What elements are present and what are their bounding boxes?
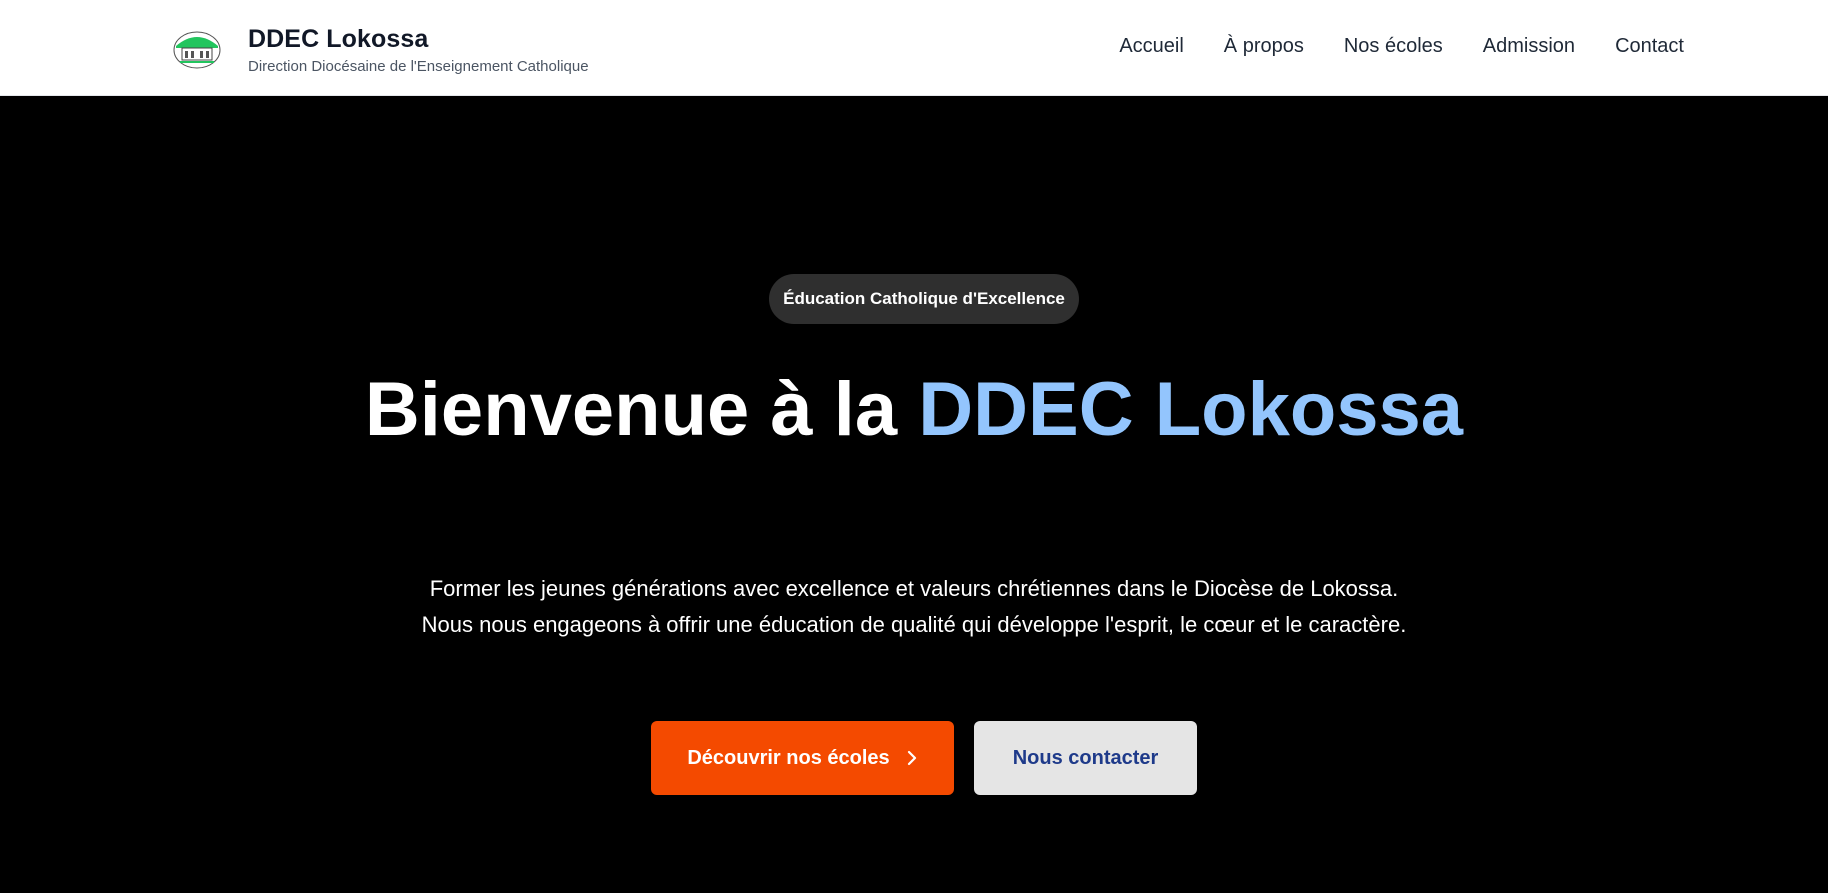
discover-schools-label: Découvrir nos écoles (687, 746, 890, 769)
page: DDEC Lokossa Direction Diocésaine de l'E… (0, 0, 1828, 893)
nav-item-nos-ecoles[interactable]: Nos écoles (1344, 30, 1443, 62)
hero-title-text: Bienvenue à la (364, 367, 919, 452)
diocese-logo-icon (172, 26, 222, 74)
contact-us-button[interactable]: Nous contacter (974, 721, 1197, 795)
brand-text: DDEC Lokossa Direction Diocésaine de l'E… (248, 24, 589, 76)
nav-item-admission[interactable]: Admission (1483, 30, 1575, 62)
site-subtitle: Direction Diocésaine de l'Enseignement C… (248, 58, 589, 75)
hero-title: Bienvenue à la DDEC Lokossa (364, 363, 1464, 457)
site-header: DDEC Lokossa Direction Diocésaine de l'E… (0, 0, 1828, 96)
chevron-right-icon (906, 749, 918, 767)
hero-title-accent: DDEC Lokossa (918, 367, 1464, 452)
site-title: DDEC Lokossa (248, 25, 429, 53)
nav-item-a-propos[interactable]: À propos (1224, 30, 1304, 62)
hero-section: Éducation Catholique d'Excellence Bienve… (0, 97, 1828, 893)
main-nav: Accueil À propos Nos écoles Admission Co… (1119, 30, 1684, 62)
hero-badge: Éducation Catholique d'Excellence (769, 274, 1079, 324)
nav-item-accueil[interactable]: Accueil (1119, 30, 1183, 62)
discover-schools-button[interactable]: Découvrir nos écoles (651, 721, 954, 795)
hero-description: Former les jeunes générations avec excel… (421, 576, 1407, 637)
nav-item-contact[interactable]: Contact (1615, 30, 1684, 62)
brand[interactable]: DDEC Lokossa Direction Diocésaine de l'E… (172, 24, 589, 76)
contact-us-label: Nous contacter (1012, 746, 1159, 769)
